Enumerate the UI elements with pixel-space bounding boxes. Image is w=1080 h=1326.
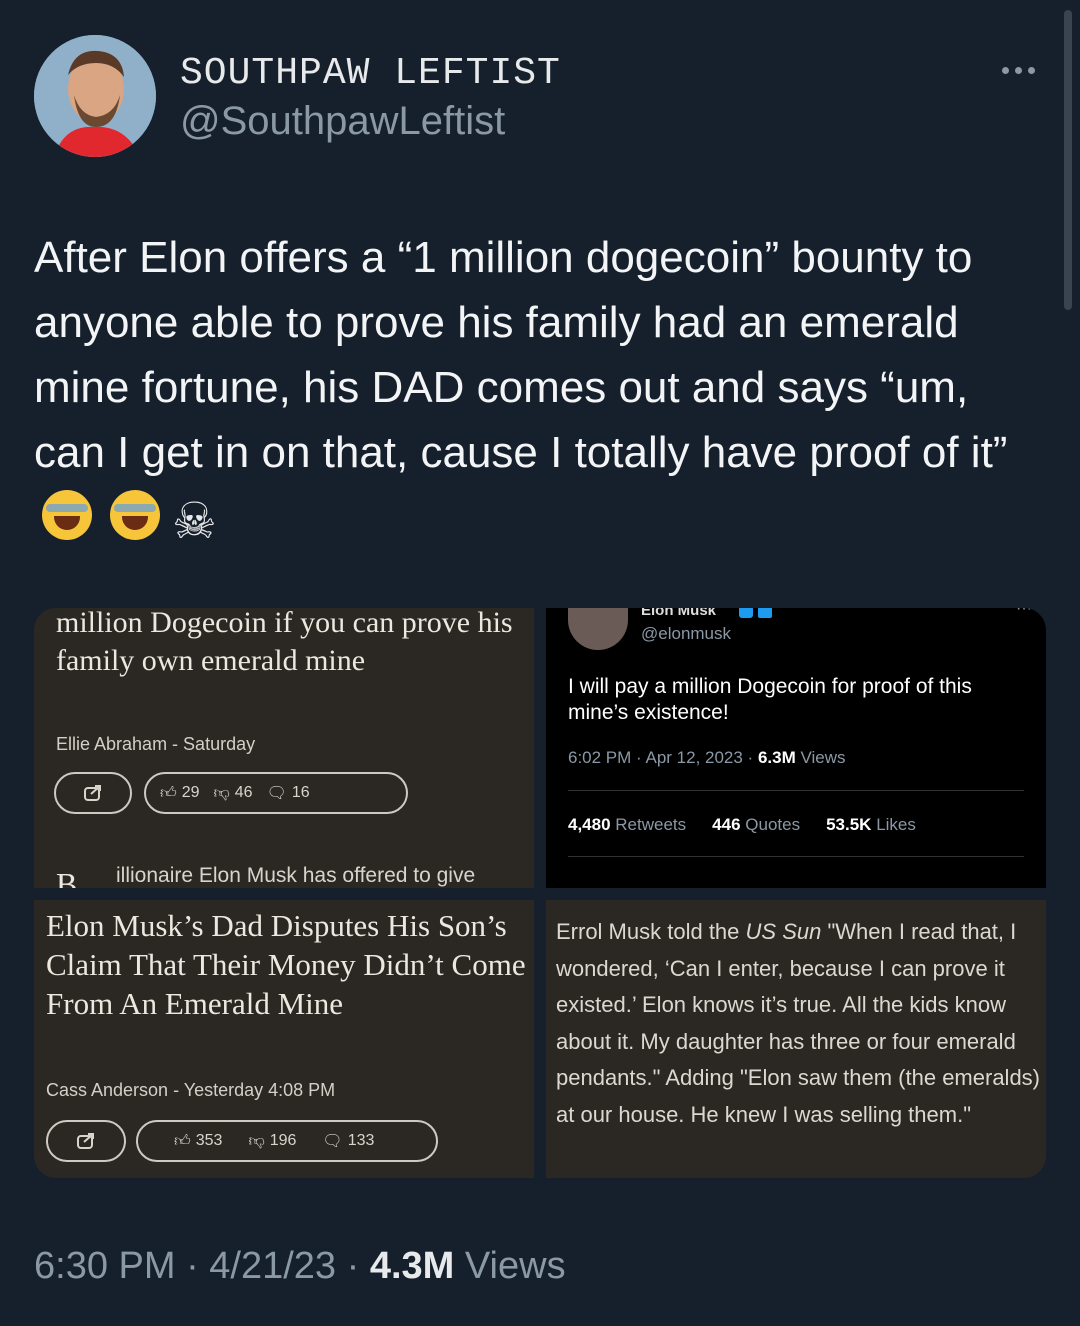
- reactions-bar: 👍︎ 353 👎︎ 196 🗨︎ 133: [136, 1120, 438, 1162]
- errol-quote: Errol Musk told the US Sun "When I read …: [556, 919, 1040, 1127]
- article-screenshot-2: Elon Musk’s Dad Disputes His Son’s Claim…: [34, 900, 534, 1178]
- tweet-body: After Elon offers a “1 million dogecoin”…: [34, 233, 1008, 477]
- quote-screenshot: Errol Musk told the US Sun "When I read …: [546, 900, 1046, 1178]
- author-display-name[interactable]: SOUTHPAW LEFTIST: [180, 52, 561, 95]
- thumbs-down-icon: 👎︎: [213, 784, 230, 802]
- like-count: 29: [181, 784, 200, 801]
- divider: [568, 790, 1024, 791]
- article-screenshot-1: million Dogecoin if you can prove his fa…: [34, 608, 534, 888]
- share-icon: [77, 1133, 94, 1149]
- tweet-media[interactable]: million Dogecoin if you can prove his fa…: [34, 608, 1046, 1178]
- elon-tweet-text: I will pay a million Dogecoin for proof …: [568, 675, 972, 724]
- thumbs-up-icon: 👍︎: [174, 1132, 191, 1150]
- elon-tweet-screenshot: Elon Musk ··· @elonmusk I will pay a mil…: [546, 608, 1046, 888]
- share-icon: [84, 785, 101, 801]
- comment-icon: 🗨︎: [322, 1133, 343, 1150]
- tweet-timestamp[interactable]: 6:30 PM · 4/21/23 · 4.3M Views: [34, 1245, 566, 1288]
- tweet-text: After Elon offers a “1 million dogecoin”…: [34, 225, 1034, 554]
- author-handle[interactable]: @SouthpawLeftist: [180, 99, 505, 144]
- elon-tweet-stats: 4,480 Retweets 446 Quotes 53.5K Likes: [568, 815, 916, 834]
- author-avatar[interactable]: [34, 35, 156, 157]
- comment-count: 133: [347, 1132, 375, 1149]
- like-count: 353: [195, 1132, 223, 1149]
- elon-tweet-time: 6:02 PM · Apr 12, 2023 · 6.3M Views: [568, 748, 846, 767]
- elon-more-icon: ···: [1016, 608, 1032, 617]
- article-1-headline: million Dogecoin if you can prove his fa…: [56, 608, 513, 677]
- tears-of-joy-emoji-icon: [110, 490, 160, 540]
- article-2-byline: Cass Anderson - Yesterday 4:08 PM: [46, 1080, 336, 1100]
- comment-icon: 🗨︎: [266, 785, 287, 802]
- skull-crossbones-emoji-icon: ☠: [172, 493, 217, 549]
- elon-handle: @elonmusk: [641, 624, 732, 643]
- article-1-body: illionaire Elon Musk has offered to give: [116, 864, 476, 887]
- thumbs-up-icon: 👍︎: [160, 784, 177, 802]
- dislike-count: 46: [234, 784, 253, 801]
- verified-badge-icon: [739, 608, 753, 618]
- elon-avatar: [568, 608, 628, 650]
- share-button: [46, 1120, 126, 1162]
- divider: [568, 856, 1024, 857]
- share-button: [54, 772, 132, 814]
- article-2-headline: Elon Musk’s Dad Disputes His Son’s Claim…: [46, 908, 526, 1021]
- elon-name: Elon Musk: [641, 608, 717, 619]
- reactions-bar: 👍︎ 29 👎︎ 46 🗨︎ 16: [144, 772, 408, 814]
- comment-count: 16: [291, 784, 310, 801]
- thumbs-down-icon: 👎︎: [248, 1132, 265, 1150]
- tears-of-joy-emoji-icon: [42, 490, 92, 540]
- scrollbar[interactable]: [1064, 10, 1072, 310]
- more-options-icon[interactable]: [1002, 60, 1044, 80]
- article-1-byline: Ellie Abraham - Saturday: [56, 734, 256, 754]
- dislike-count: 196: [269, 1132, 297, 1149]
- affiliate-badge-icon: [758, 608, 772, 618]
- drop-cap: B: [56, 866, 78, 888]
